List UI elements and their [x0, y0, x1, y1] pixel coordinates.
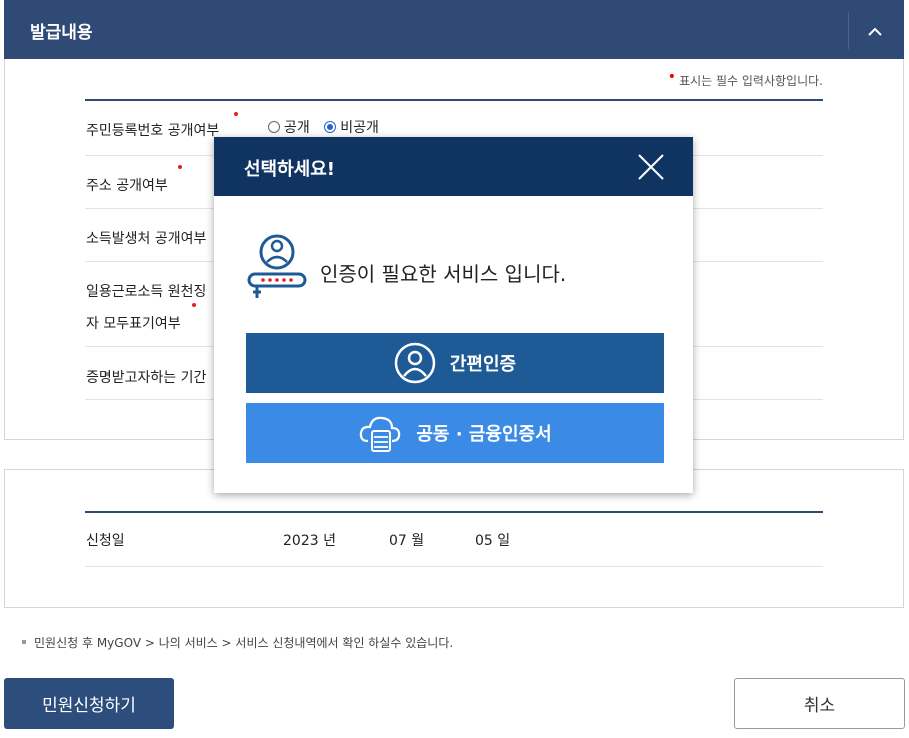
user-circle-icon — [394, 342, 436, 384]
authentication-icon — [245, 232, 309, 304]
required-marker — [192, 303, 196, 307]
required-marker — [234, 112, 238, 116]
certificate-auth-button[interactable]: 공동 · 금융인증서 — [246, 403, 664, 463]
modal-message: 인증이 필요한 서비스 입니다. — [320, 262, 567, 286]
required-note: • 표시는 필수 입력사항입니다. — [667, 69, 823, 88]
section-header — [4, 0, 904, 59]
close-icon — [638, 154, 664, 180]
table-top-rule — [85, 511, 823, 513]
row-label-daily-income-line1: 일용근로소득 원천징 — [86, 284, 207, 300]
row-divider — [85, 566, 823, 567]
date-day: 05 일 — [475, 533, 511, 549]
cancel-button[interactable]: 취소 — [734, 678, 905, 729]
modal-title: 선택하세요! — [244, 159, 336, 180]
date-year: 2023 년 — [283, 533, 336, 549]
row-label-period: 증명받고자하는 기간 — [86, 370, 207, 386]
chevron-up-icon — [868, 27, 882, 36]
modal-close-button[interactable] — [636, 152, 666, 182]
submit-application-button[interactable]: 민원신청하기 — [4, 678, 174, 729]
row-label-income-source: 소득발생처 공개여부 — [86, 231, 207, 247]
auth-modal: 선택하세요! 인증이 필요한 서비스 입니다. 간편인증 공동 · 금융인증서 — [214, 137, 693, 493]
date-month: 07 월 — [389, 533, 425, 549]
simple-auth-button[interactable]: 간편인증 — [246, 333, 664, 393]
row-label-ssn: 주민등록번호 공개여부 — [86, 123, 220, 139]
radio-private[interactable]: 비공개 — [324, 120, 379, 136]
cloud-server-icon — [360, 416, 401, 452]
row-label-address: 주소 공개여부 — [86, 178, 168, 194]
required-marker: • — [667, 69, 677, 85]
radio-public[interactable]: 공개 — [268, 120, 310, 136]
required-marker — [178, 165, 182, 169]
collapse-button[interactable] — [856, 12, 896, 49]
section-title: 발급내용 — [30, 23, 93, 43]
info-note: 민원신청 후 MyGOV > 나의 서비스 > 서비스 신청내역에서 확인 하실… — [22, 634, 453, 651]
ssn-disclosure-radios: 공개 비공개 — [268, 117, 389, 137]
radio-circle — [268, 121, 280, 133]
certificate-auth-label: 공동 · 금융인증서 — [416, 424, 552, 445]
row-label-daily-income-line2: 자 모두표기여부 — [86, 316, 181, 332]
simple-auth-label: 간편인증 — [449, 354, 517, 375]
application-date-label: 신청일 — [86, 533, 125, 549]
radio-circle-selected — [324, 121, 337, 133]
bullet-icon — [22, 640, 26, 644]
header-divider — [848, 12, 849, 49]
table-top-rule — [85, 99, 823, 101]
